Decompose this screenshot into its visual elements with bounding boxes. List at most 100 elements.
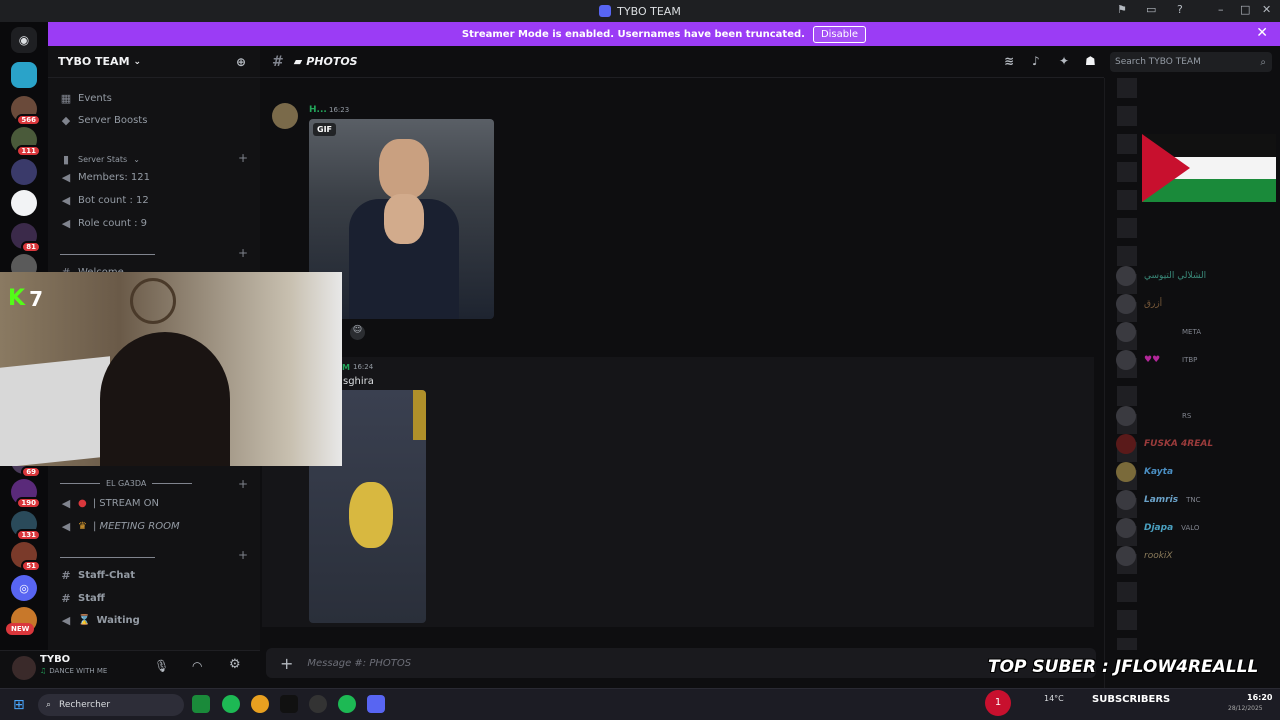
folder-icon: ▰ [293,55,303,68]
channel-header: # ▰ PHOTOS ≋ ♪ ✦ ☗ [260,46,1104,78]
text-channel-staff-chat[interactable]: # Staff-Chat [60,569,135,582]
microphone-icon[interactable]: 🎙 [154,659,169,673]
discord-taskbar-icon[interactable] [367,695,385,713]
tiktok-icon[interactable] [280,695,298,713]
message-composer[interactable]: + Message #: PHOTOS [266,648,1096,678]
message-text: sghira [343,376,374,387]
threads-icon[interactable]: ≋ [1004,54,1014,68]
member-item[interactable]: Kayta [1116,462,1173,482]
person-silhouette [100,332,230,466]
avatar[interactable] [272,103,298,129]
add-reaction-icon[interactable]: ☺ [350,325,365,340]
server-boosts-item[interactable]: ◆ Server Boosts [60,114,148,127]
server-icon[interactable]: 190 [11,479,41,509]
server-icon[interactable]: 566 [11,96,41,126]
bot-server-icon[interactable]: ◎ [11,575,37,601]
chevron-down-icon: ⌄ [133,56,142,67]
inbox-icon[interactable]: ▭ [1146,3,1156,16]
server-icon[interactable]: 111 [11,127,41,157]
create-channel-icon[interactable]: + [238,151,248,165]
voice-channel-roles[interactable]: ◀ Role count : 9 [60,217,147,230]
member-item[interactable]: rookiX [1116,546,1173,566]
flag-decoration [1142,134,1276,202]
server-icon[interactable] [11,159,37,185]
chrome-icon[interactable] [251,695,269,713]
category-server-stats[interactable]: ▮ Server Stats ⌄ [60,153,140,166]
discord-icon [599,5,612,17]
member-item[interactable]: META [1116,322,1201,342]
help-icon[interactable]: ? [1177,3,1183,16]
home-discord-icon[interactable]: ◉ [11,27,37,53]
message-time: 16:24 [353,363,374,371]
pin-icon[interactable]: ✦ [1059,54,1069,68]
spotify-icon[interactable] [338,695,356,713]
windows-start-icon[interactable]: ⊞ [13,697,25,713]
server-icon[interactable]: 51 [11,542,41,572]
member-item[interactable]: الشلالي التيوسي [1116,266,1206,286]
member-item[interactable]: FUSKA 4REAL [1116,434,1213,454]
top-suber-overlay: TOP SUBER : JFLOW4REALLL [988,657,1259,677]
taskbar-app-icon[interactable] [309,695,327,713]
gif-figure-hands [384,194,424,244]
minimize-button[interactable]: – [1218,3,1224,16]
bell-icon[interactable]: ♪ [1032,54,1040,68]
kick-overlay: K 7 [8,286,43,311]
voice-channel-members[interactable]: ◀ Members: 121 [60,171,150,184]
text-channel-staff[interactable]: # Staff [60,592,104,605]
gif-label: GIF [313,123,337,136]
voice-channel-bots[interactable]: ◀ Bot count : 12 [60,194,149,207]
channel-name: PHOTOS [306,55,358,68]
taskbar-search[interactable]: ⌕ Rechercher [38,694,184,716]
message-author[interactable]: H... [309,105,327,115]
maximize-button[interactable]: □ [1240,3,1250,16]
member-item[interactable]: ♥♥ ITBP [1116,350,1197,370]
voice-channel-meeting-room[interactable]: ◀ ♛ | MEETING ROOM [60,520,180,533]
search-icon: ⌕ [46,700,52,710]
member-item[interactable]: Lamris TNC [1116,490,1200,510]
message-author[interactable]: M [342,363,350,372]
settings-gear-icon[interactable]: ⚙ [229,657,241,672]
member-item[interactable]: RS [1116,406,1191,426]
spotify-icon[interactable] [222,695,240,713]
member-item[interactable]: أزرق [1116,294,1162,314]
flag-icon[interactable]: ⚑ [1117,3,1127,16]
banner-text: Streamer Mode is enabled. Usernames have… [461,28,805,40]
member-item[interactable]: Djapa VALO [1116,518,1199,538]
server-icon-dna[interactable] [11,190,37,216]
boost-icon: ◆ [61,114,71,127]
member-list-icon[interactable]: ☗ [1085,54,1096,68]
clock-date: 28/12/2025 [1228,705,1263,712]
events-item[interactable]: ▦ Events [60,92,112,105]
notification-count[interactable]: 1 [985,690,1011,716]
hourglass-icon: ⌛ [78,615,91,626]
server-icon[interactable]: 81 [11,223,41,253]
server-icon[interactable]: 131 [11,511,41,541]
close-button[interactable]: ✕ [1262,3,1271,16]
new-badge: NEW [6,623,35,635]
voice-channel-waiting[interactable]: ◀ ⌛ Waiting [60,614,140,627]
server-icon-tybo[interactable] [11,62,37,88]
speaker-icon: ◀ [61,217,71,230]
invite-people-icon[interactable]: ⊕ [236,55,246,69]
speaker-icon: ◀ [61,614,71,627]
server-header[interactable]: TYBO TEAM ⌄ ⊕ [48,46,260,78]
close-banner-icon[interactable]: ✕ [1256,25,1268,41]
headphones-icon[interactable]: ◠ [192,659,202,673]
avatar[interactable] [12,656,36,680]
cat-figure [349,482,393,548]
search-input[interactable]: Search TYBO TEAM ⌕ [1110,52,1272,72]
create-channel-icon[interactable]: + [238,246,248,260]
disable-button[interactable]: Disable [812,25,867,43]
create-channel-icon[interactable]: + [238,477,248,491]
category-el-ga3da[interactable]: EL GA3DA [60,479,193,488]
user-panel: TYBO ♫ DANCE WITH ME 🎙 ◠ ⚙ [0,650,260,688]
weather-temp: 14°C [1044,694,1064,703]
composer-placeholder: Message #: PHOTOS [307,657,412,669]
title-bar: TYBO TEAM ⚑ ▭ ? – □ ✕ [0,0,1280,22]
taskbar-app-icon[interactable] [192,695,210,713]
hash-icon: # [272,53,284,70]
attach-plus-icon[interactable]: + [280,654,293,673]
voice-channel-stream-on[interactable]: ◀ ● | STREAM ON [60,497,159,510]
create-channel-icon[interactable]: + [238,548,248,562]
streamer-mode-banner: Streamer Mode is enabled. Usernames have… [48,22,1280,46]
